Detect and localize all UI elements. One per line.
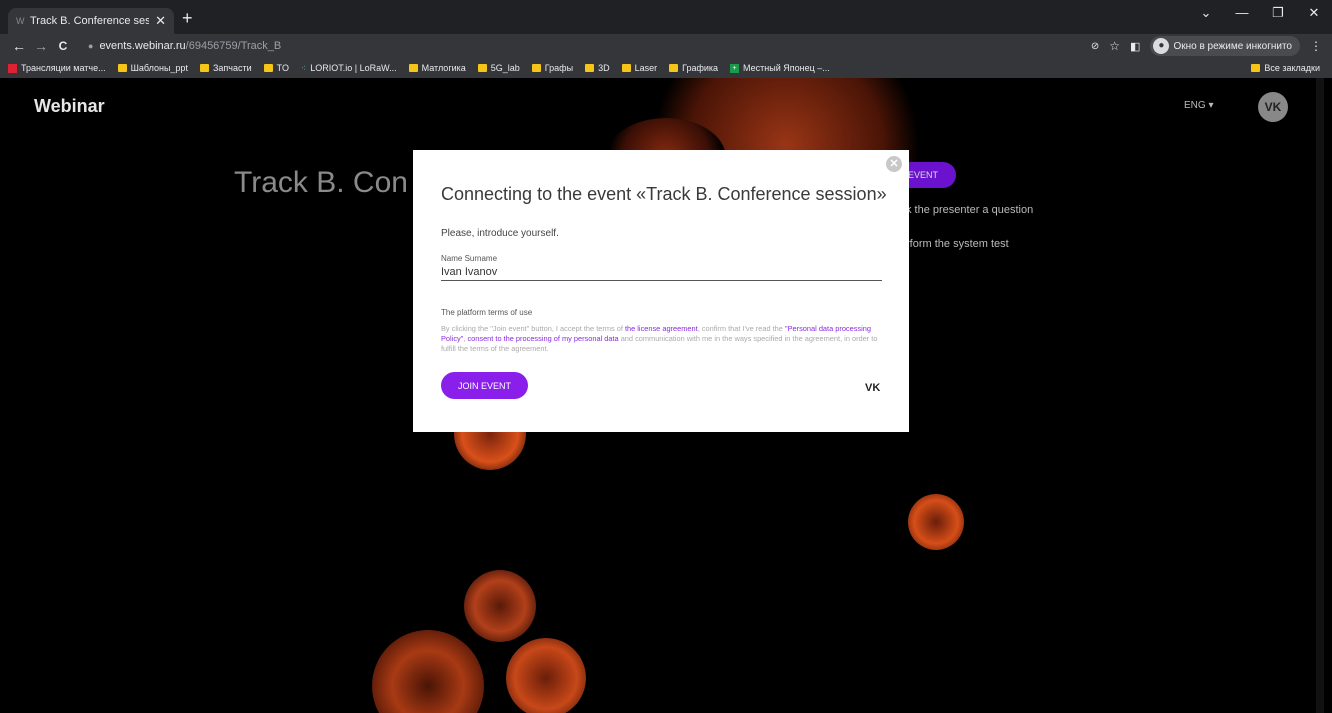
- vk-icon[interactable]: VK: [1258, 92, 1288, 122]
- lock-icon[interactable]: ●: [88, 41, 93, 51]
- join-event-button[interactable]: JOIN EVENT: [441, 372, 528, 399]
- folder-icon: [263, 64, 273, 72]
- bookmark-item[interactable]: Графы: [531, 63, 574, 73]
- folder-icon: [477, 64, 487, 72]
- window-controls: ⌄ — ❐ ✕: [1188, 0, 1332, 30]
- restore-button[interactable]: ❐: [1260, 0, 1296, 30]
- site-favicon-icon: [8, 63, 17, 73]
- url-path: /69456759/Track_B: [185, 40, 282, 52]
- bookmark-label: 5G_lab: [490, 63, 520, 73]
- bookmark-label: Графика: [682, 63, 719, 73]
- incognito-label: Окно в режиме инкогнито: [1173, 40, 1292, 52]
- decorative-blob: [506, 638, 586, 713]
- modal-intro: Please, introduce yourself.: [441, 228, 559, 239]
- bookmark-label: Местный Японец –...: [743, 63, 830, 73]
- bookmark-star-icon[interactable]: ☆: [1109, 39, 1120, 53]
- decorative-blob: [908, 494, 964, 550]
- new-tab-button[interactable]: +: [182, 8, 193, 28]
- bookmark-item[interactable]: + Местный Японец –...: [730, 63, 830, 73]
- folder-icon: [408, 64, 418, 72]
- bookmark-item[interactable]: 5G_lab: [477, 63, 520, 73]
- folder-icon: [531, 64, 541, 72]
- tab-search-icon[interactable]: ⌄: [1188, 0, 1224, 30]
- folder-icon: [669, 64, 679, 72]
- webinar-favicon-icon: W: [16, 16, 25, 26]
- bookmark-label: 3D: [598, 63, 610, 73]
- bookmark-label: Матлогика: [421, 63, 466, 73]
- side-panel-icon[interactable]: ◧: [1130, 40, 1140, 53]
- close-window-button[interactable]: ✕: [1296, 0, 1332, 30]
- webinar-page: Webinar ENG ▾ VK Track B. Con EVENT k th…: [6, 78, 1324, 713]
- bookmark-item[interactable]: ⁖ LORIOT.io | LoRaW...: [301, 63, 397, 74]
- all-bookmarks-label: Все закладки: [1264, 63, 1320, 73]
- all-bookmarks[interactable]: Все закладки: [1251, 63, 1320, 73]
- folder-icon: [199, 64, 209, 72]
- folder-icon: [1251, 64, 1261, 72]
- terms-heading: The platform terms of use: [441, 308, 533, 317]
- forward-button[interactable]: →: [30, 38, 52, 54]
- bookmark-label: Трансляции матче...: [21, 63, 106, 73]
- folder-icon: [621, 64, 631, 72]
- bookmark-item[interactable]: 3D: [585, 63, 610, 73]
- vk-login-icon[interactable]: VK: [865, 382, 880, 394]
- folder-icon: [585, 64, 595, 72]
- event-title: Track B. Con: [234, 166, 408, 199]
- reload-button[interactable]: C: [52, 39, 74, 53]
- bookmark-item[interactable]: Графика: [669, 63, 718, 73]
- tab-title: Track B. Conference session - We: [30, 15, 150, 27]
- data-consent-link[interactable]: consent to the processing of my personal…: [467, 334, 618, 343]
- back-button[interactable]: ←: [8, 38, 30, 54]
- url-host: events.webinar.ru: [99, 40, 186, 52]
- toolbar-actions: ⊘ ☆ ◧ ● Окно в режиме инкогнито ⋮: [1091, 34, 1322, 58]
- modal-title: Connecting to the event «Track B. Confer…: [441, 184, 887, 204]
- lora-favicon-icon: ⁖: [300, 62, 307, 73]
- join-event-modal: ✕ Connecting to the event «Track B. Conf…: [413, 150, 909, 432]
- bookmark-item[interactable]: Матлогика: [408, 63, 466, 73]
- eye-off-icon[interactable]: ⊘: [1091, 41, 1099, 52]
- name-field-label: Name Surname: [441, 254, 498, 263]
- bookmark-item[interactable]: Запчасти: [199, 63, 252, 73]
- bookmark-item[interactable]: Laser: [621, 63, 658, 73]
- incognito-icon: ●: [1153, 38, 1170, 54]
- decorative-blob: [464, 570, 536, 642]
- bookmark-item[interactable]: Трансляции матче...: [8, 63, 106, 73]
- browser-toolbar: ← → C ● events.webinar.ru /69456759/Trac…: [0, 34, 1332, 58]
- bookmark-label: Шаблоны_ppt: [130, 63, 188, 73]
- webinar-logo[interactable]: Webinar: [34, 96, 105, 117]
- tab-bar: W Track B. Conference session - We ✕ + ⌄…: [0, 0, 1332, 34]
- bookmark-label: Laser: [634, 63, 658, 73]
- license-agreement-link[interactable]: the license agreement: [625, 324, 698, 333]
- page-scrollbar[interactable]: [1316, 78, 1324, 713]
- system-test-text: rform the system test: [906, 238, 1009, 250]
- bookmarks-bar: Трансляции матче... Шаблоны_ppt Запчасти TO…: [0, 58, 1332, 78]
- bookmark-label: LORIOT.io | LoRaW...: [310, 63, 397, 73]
- folder-icon: [117, 64, 127, 72]
- menu-icon[interactable]: ⋮: [1310, 39, 1322, 53]
- name-surname-input[interactable]: [441, 263, 882, 281]
- incognito-badge[interactable]: ● Окно в режиме инкогнито: [1150, 36, 1300, 56]
- decorative-blob: [372, 630, 484, 713]
- terms-text-part: By clicking the "Join event" button, I a…: [441, 324, 625, 333]
- site-favicon-icon: +: [730, 63, 740, 73]
- ask-question-text: k the presenter a question: [906, 204, 1034, 216]
- minimize-button[interactable]: —: [1224, 0, 1260, 30]
- language-selector[interactable]: ENG ▾: [1184, 100, 1213, 111]
- bookmark-label: Запчасти: [212, 63, 252, 73]
- tab-close-icon[interactable]: ✕: [155, 13, 166, 29]
- bookmark-item[interactable]: Шаблоны_ppt: [117, 63, 188, 73]
- address-bar[interactable]: ● events.webinar.ru /69456759/Track_B: [84, 35, 1094, 57]
- browser-tab[interactable]: W Track B. Conference session - We ✕: [8, 8, 174, 34]
- bookmark-label: Графы: [544, 63, 574, 73]
- terms-text: By clicking the "Join event" button, I a…: [441, 324, 889, 354]
- terms-text-part: , confirm that I've read the: [697, 324, 785, 333]
- browser-window: W Track B. Conference session - We ✕ + ⌄…: [0, 0, 1332, 713]
- modal-close-icon[interactable]: ✕: [886, 156, 902, 172]
- bookmark-label: TO: [276, 63, 289, 73]
- bookmark-item[interactable]: TO: [263, 63, 289, 73]
